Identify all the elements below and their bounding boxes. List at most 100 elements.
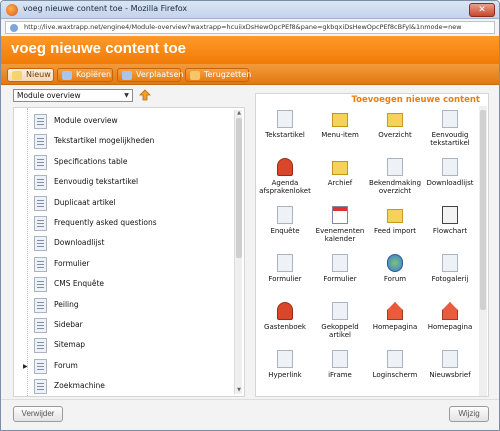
- content-type-label: Bekendmaking overzicht: [368, 179, 422, 195]
- content-type-item[interactable]: Homepagina: [423, 298, 477, 348]
- content-type-item[interactable]: Feed import: [368, 202, 422, 252]
- content-type-item[interactable]: Tekstartikel: [258, 106, 312, 156]
- content-type-item[interactable]: Bekendmaking overzicht: [368, 154, 422, 204]
- content-type-label: Gekoppeld artikel: [321, 323, 359, 339]
- expand-arrow-icon[interactable]: ▶: [23, 363, 28, 370]
- folder-icon: [332, 113, 348, 127]
- flowchart-icon: [442, 206, 458, 224]
- content-type-item[interactable]: Archief: [313, 154, 367, 204]
- content-type-label: Eenvoudig tekstartikel: [430, 131, 470, 147]
- content-type-item[interactable]: iFrame: [313, 346, 367, 396]
- house-icon: [387, 302, 403, 320]
- tree-item[interactable]: Peiling: [34, 296, 234, 316]
- content-type-item[interactable]: Loginscherm: [368, 346, 422, 396]
- tree-item[interactable]: Sitemap: [34, 336, 234, 356]
- page-title: voeg nieuwe content toe: [11, 40, 187, 57]
- document-icon: [34, 236, 47, 252]
- content-type-label: iFrame: [328, 371, 352, 379]
- toolbar-tabs: Nieuw Kopiëren Verplaatsen Terugzetten: [1, 64, 499, 85]
- title-bar: voeg nieuwe content toe - Mozilla Firefo…: [1, 1, 499, 19]
- content-type-item[interactable]: Formulier: [258, 250, 312, 300]
- tab-verplaatsen[interactable]: Verplaatsen: [117, 68, 183, 82]
- tree-item-label: Sitemap: [54, 340, 86, 350]
- tree-scrollbar-thumb[interactable]: [236, 118, 242, 258]
- tree-item-label: Specifications table: [54, 156, 128, 166]
- doc-icon: [277, 110, 293, 128]
- module-select[interactable]: Module overview ▼: [13, 89, 133, 102]
- content-type-item[interactable]: Fotogalerij: [423, 250, 477, 300]
- content-type-label: Formulier: [323, 275, 357, 283]
- chevron-down-icon: ▼: [124, 92, 129, 99]
- content-type-item[interactable]: Hyperlink: [258, 346, 312, 396]
- content-type-item[interactable]: Homepagina: [368, 298, 422, 348]
- tree-item[interactable]: Tekstartikel mogelijkheden: [34, 132, 234, 152]
- content-type-item[interactable]: Gastenboek: [258, 298, 312, 348]
- content-type-label: Archief: [327, 179, 353, 187]
- document-icon: [34, 277, 47, 293]
- firefox-icon: [6, 4, 18, 16]
- tree-item-label: CMS Enquête: [54, 279, 105, 289]
- content-type-item[interactable]: Flowchart: [423, 202, 477, 252]
- page-header: voeg nieuwe content toe: [1, 36, 499, 64]
- content-type-item[interactable]: Forum: [368, 250, 422, 300]
- content-type-item[interactable]: Gekoppeld artikel: [313, 298, 367, 348]
- url-bar[interactable]: http://live.waxtrapp.net/engine4/Module-…: [5, 21, 495, 34]
- content-type-item[interactable]: Enquête: [258, 202, 312, 252]
- content-type-item[interactable]: Menu-item: [313, 106, 367, 156]
- tree-item[interactable]: Sidebar: [34, 316, 234, 336]
- browser-window: voeg nieuwe content toe - Mozilla Firefo…: [0, 0, 500, 431]
- tree-item-label: Module overview: [54, 116, 118, 125]
- tree-item[interactable]: Specifications table: [34, 153, 234, 173]
- tree-item[interactable]: Module overview: [34, 112, 234, 132]
- doc-icon: [442, 350, 458, 368]
- content-type-item[interactable]: Agenda afsprakenloket: [258, 154, 312, 204]
- doc-icon: [442, 254, 458, 272]
- tree-item[interactable]: Formulier: [34, 255, 234, 275]
- content-type-item[interactable]: Formulier: [313, 250, 367, 300]
- undo-icon: [190, 71, 200, 80]
- content-type-label: Loginscherm: [372, 371, 418, 379]
- content-type-label: Forum: [383, 275, 407, 283]
- module-tree: ▲ ▼ Module overview Tekstartikel mogelijk…: [13, 107, 245, 397]
- tree-item[interactable]: Duplicaat artikel: [34, 194, 234, 214]
- content-scrollbar[interactable]: [479, 106, 487, 396]
- delete-button[interactable]: Verwijder: [13, 406, 63, 422]
- folder-icon: [332, 161, 348, 175]
- content-type-label: Gastenboek: [264, 323, 306, 331]
- tree-item-label: Tekstartikel mogelijkheden: [54, 136, 155, 146]
- tree-item[interactable]: Frequently asked questions: [34, 214, 234, 234]
- doc-icon: [277, 350, 293, 368]
- calendar-icon: [332, 206, 348, 224]
- person-icon: [277, 158, 293, 176]
- content-type-item[interactable]: Evenementen kalender: [313, 202, 367, 252]
- content-scrollbar-thumb[interactable]: [480, 110, 486, 310]
- globe-icon: [10, 24, 18, 32]
- edit-button[interactable]: Wijzig: [449, 406, 489, 422]
- folder-up-icon[interactable]: [139, 89, 151, 101]
- tree-scrollbar[interactable]: ▲ ▼: [234, 110, 242, 394]
- tree-item[interactable]: Downloadlijst: [34, 234, 234, 254]
- tree-item[interactable]: Zoekmachine: [34, 377, 234, 396]
- content-type-label: Enquête: [270, 227, 300, 235]
- tree-item-label: Frequently asked questions: [54, 218, 157, 227]
- new-content-panel: Toevoegen nieuwe content Tekstartikel Men…: [255, 93, 489, 397]
- content-type-item[interactable]: Overzicht: [368, 106, 422, 156]
- content-type-item[interactable]: Downloadlijst: [423, 154, 477, 204]
- content-type-label: Overzicht: [378, 131, 412, 139]
- document-icon: [34, 114, 47, 129]
- close-button[interactable]: ✕: [469, 3, 495, 17]
- tab-terugzetten[interactable]: Terugzetten: [185, 68, 251, 82]
- module-tree-pane: Module overview ▼ ▲ ▼ Module overview Tek…: [13, 89, 245, 397]
- tree-item[interactable]: Forum: [34, 357, 234, 377]
- tab-kopieren[interactable]: Kopiëren: [57, 68, 113, 82]
- content-type-item[interactable]: Nieuwsbrief: [423, 346, 477, 396]
- house-icon: [442, 302, 458, 320]
- tree-item-label: Downloadlijst: [54, 238, 105, 248]
- doc-icon: [332, 254, 348, 272]
- content-type-item[interactable]: Eenvoudig tekstartikel: [423, 106, 477, 156]
- document-icon: [34, 318, 47, 333]
- tree-item[interactable]: Eenvoudig tekstartikel: [34, 173, 234, 193]
- move-icon: [122, 71, 132, 80]
- tab-nieuw[interactable]: Nieuw: [7, 68, 54, 82]
- tree-item[interactable]: CMS Enquête: [34, 275, 234, 295]
